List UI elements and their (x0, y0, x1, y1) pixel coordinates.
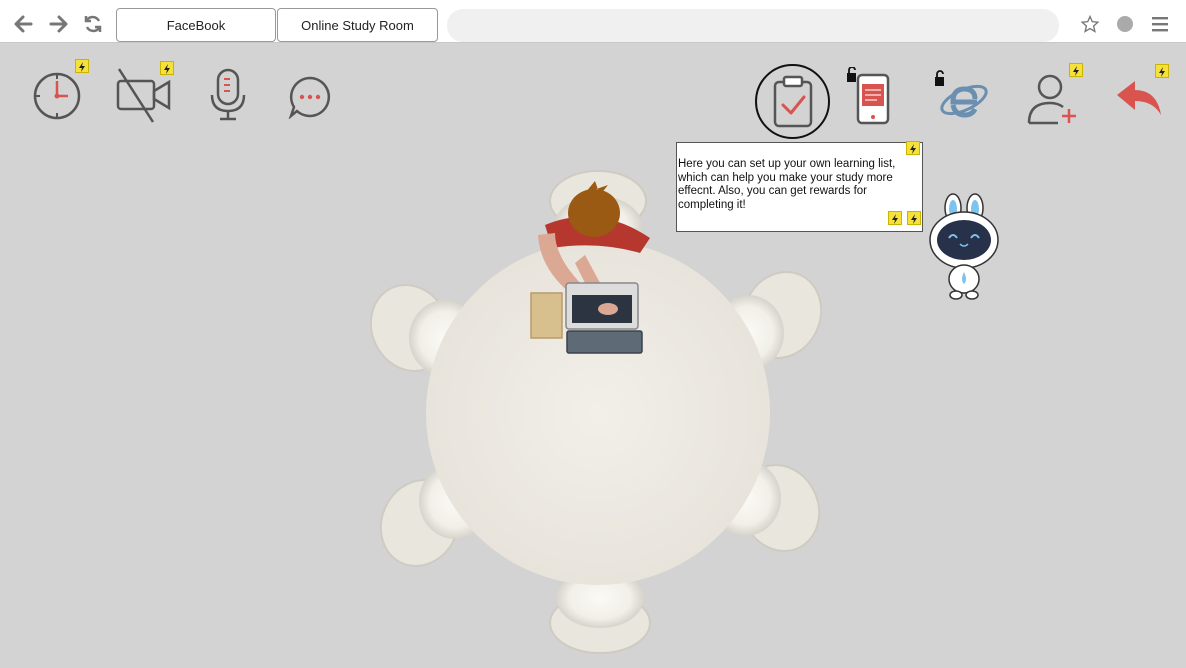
tab-facebook[interactable]: FaceBook (116, 8, 276, 42)
lightning-badge-icon (907, 211, 921, 225)
star-icon[interactable] (1080, 14, 1100, 34)
learning-list-tool[interactable] (755, 64, 830, 139)
round-table-scene (369, 170, 823, 654)
study-room-stage (0, 43, 1186, 668)
menu-icon[interactable] (1150, 14, 1170, 34)
microphone-tool[interactable] (208, 67, 248, 123)
assistant-robot[interactable] (927, 192, 1001, 302)
assistant-speech-bubble: Here you can set up your own learning li… (676, 141, 923, 232)
back-icon[interactable] (12, 13, 34, 35)
browser-lock-tool[interactable] (933, 69, 989, 125)
locked-phone-icon (847, 66, 890, 125)
locked-browser-icon (935, 70, 988, 118)
add-friend-tool[interactable] (1026, 73, 1080, 127)
exit-room-tool[interactable] (1115, 79, 1163, 117)
robot-rabbit-icon (929, 193, 999, 300)
lightning-badge-icon (906, 141, 920, 155)
timer-icon (33, 72, 81, 120)
timer-tool[interactable] (32, 71, 82, 121)
assistant-message: Here you can set up your own learning li… (678, 158, 896, 211)
add-user-icon (1027, 74, 1076, 125)
refresh-icon[interactable] (82, 13, 104, 35)
clipboard-check-icon (773, 75, 812, 127)
laptop (565, 282, 643, 354)
tab-online-study-room[interactable]: Online Study Room (277, 8, 438, 42)
forward-icon[interactable] (48, 13, 70, 35)
browser-toolbar: FaceBook Online Study Room (0, 0, 1186, 43)
chat-icon (288, 76, 331, 120)
profile-icon[interactable] (1115, 14, 1135, 34)
back-arrow-icon (1117, 81, 1161, 115)
lightning-badge-icon (888, 211, 902, 225)
microphone-icon (210, 68, 246, 121)
chat-tool[interactable] (288, 75, 332, 120)
lightning-badge-icon (1155, 64, 1169, 78)
lightning-badge-icon (160, 61, 174, 75)
phone-lock-tool[interactable] (843, 66, 891, 125)
lightning-badge-icon (75, 59, 89, 73)
notebook (530, 292, 563, 339)
lightning-badge-icon (1069, 63, 1083, 77)
address-bar[interactable] (447, 9, 1059, 42)
